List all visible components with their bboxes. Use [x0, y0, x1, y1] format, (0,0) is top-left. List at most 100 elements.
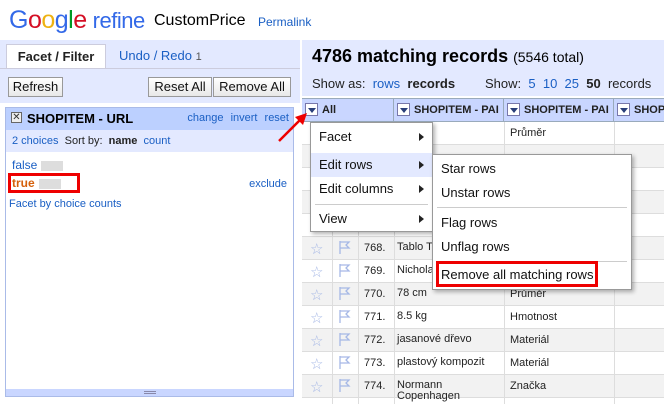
row-number: 772.	[364, 334, 386, 346]
facet-resize-handle[interactable]	[6, 389, 293, 396]
flag-icon[interactable]	[338, 286, 351, 301]
facet-by-counts-link[interactable]: Facet by choice counts	[9, 198, 122, 210]
cell-attribute[interactable]: Materiál	[510, 334, 549, 346]
column-header-row: All SHOPITEM - PAI SHOPITEM - PAI SHOP	[302, 98, 664, 122]
page-size-50[interactable]: 50	[586, 76, 600, 91]
facet-invert-link[interactable]: invert	[231, 112, 258, 124]
cell-value[interactable]: Normann Copenhagen	[397, 380, 497, 402]
row-number: 770.	[364, 288, 386, 300]
dropdown-arrow-icon[interactable]	[507, 102, 520, 116]
show-as-rows[interactable]: rows	[373, 76, 400, 91]
submenu-arrow-icon	[419, 215, 424, 223]
cell-value[interactable]: plastový kompozit	[397, 357, 497, 368]
row-number: 769.	[364, 265, 386, 277]
menu-item-star-rows[interactable]: Star rows	[433, 157, 631, 181]
tab-undo-redo[interactable]: Undo / Redo 1	[119, 48, 202, 63]
menu-item-flag-rows[interactable]: Flag rows	[433, 211, 631, 235]
star-icon[interactable]: ☆	[310, 309, 323, 327]
highlight-box	[8, 173, 80, 193]
page-size-25[interactable]: 25	[565, 76, 579, 91]
project-name[interactable]: CustomPrice	[154, 12, 246, 30]
facet-actions: change invert reset	[183, 112, 289, 124]
menu-item-edit-rows[interactable]: Edit rows	[311, 153, 432, 177]
facet-toolbar: Refresh Reset All Remove All	[0, 69, 300, 103]
menu-item-unflag-rows[interactable]: Unflag rows	[433, 235, 631, 259]
table-row: ☆ 773. plastový kompozit Materiál	[302, 352, 664, 375]
tab-facet-filter[interactable]: Facet / Filter	[6, 44, 106, 68]
menu-item-unstar-rows[interactable]: Unstar rows	[433, 181, 631, 205]
facet-sort-bar: 2 choices Sort by: name count	[6, 130, 293, 152]
row-number: 768.	[364, 242, 386, 254]
page-size: Show: 5 10 25 50 records	[485, 76, 652, 91]
sort-by-label: Sort by:	[64, 135, 103, 147]
star-icon[interactable]: ☆	[310, 355, 323, 373]
flag-icon[interactable]	[338, 263, 351, 278]
google-refine-logo[interactable]: Google refine	[9, 5, 145, 36]
column-shopitem-1[interactable]: SHOPITEM - PAI	[394, 99, 504, 121]
choice-false[interactable]: false	[12, 158, 64, 172]
facet-header: ✕ SHOPITEM - URL change invert reset	[6, 108, 293, 130]
dropdown-arrow-icon[interactable]	[397, 102, 410, 116]
facet-panel: Refresh Reset All Remove All ✕ SHOPITEM …	[0, 68, 300, 404]
star-icon[interactable]: ☆	[310, 286, 323, 304]
choice-count-blurred	[41, 160, 64, 171]
row-number: 773.	[364, 357, 386, 369]
cell-attribute[interactable]: Materiál	[510, 357, 549, 369]
menu-item-facet[interactable]: Facet	[311, 125, 432, 149]
left-tabs: Facet / Filter Undo / Redo 1	[0, 40, 300, 68]
table-row: ☆ 772. jasanové dřevo Materiál	[302, 329, 664, 352]
menu-item-view[interactable]: View	[311, 207, 432, 231]
sort-name[interactable]: name	[109, 135, 138, 147]
choices-count[interactable]: 2 choices	[12, 135, 58, 147]
show-as: Show as: rows records	[312, 76, 456, 91]
page-size-10[interactable]: 10	[543, 76, 557, 91]
submenu-arrow-icon	[419, 133, 424, 141]
remove-all-button[interactable]: Remove All	[213, 77, 291, 97]
star-icon[interactable]: ☆	[310, 378, 323, 396]
column-shopitem-2[interactable]: SHOPITEM - PAI	[504, 99, 614, 121]
exclude-link[interactable]: exclude	[249, 178, 287, 190]
close-icon[interactable]: ✕	[11, 112, 22, 123]
flag-icon[interactable]	[338, 309, 351, 324]
menu-separator	[315, 204, 428, 205]
cell-attribute[interactable]: Hmotnost	[510, 311, 557, 323]
records-summary: 4786 matching records (5546 total)	[312, 46, 584, 66]
star-icon[interactable]: ☆	[310, 263, 323, 281]
submenu-arrow-icon	[419, 185, 424, 193]
cell-value[interactable]: 8.5 kg	[397, 311, 497, 322]
cell-value[interactable]: jasanové dřevo	[397, 334, 497, 345]
left-panel: Facet / Filter Undo / Redo 1 Refresh Res…	[0, 40, 300, 404]
star-icon[interactable]: ☆	[310, 332, 323, 350]
column-shopitem-3[interactable]: SHOP	[614, 99, 664, 121]
annotation-arrow-icon	[278, 113, 307, 142]
undo-count: 1	[195, 51, 202, 63]
star-icon[interactable]: ☆	[310, 240, 323, 258]
url-facet: ✕ SHOPITEM - URL change invert reset 2 c…	[5, 107, 294, 397]
refresh-button[interactable]: Refresh	[8, 77, 63, 97]
reset-all-button[interactable]: Reset All	[148, 77, 212, 97]
page-size-5[interactable]: 5	[528, 76, 535, 91]
row-number: 771.	[364, 311, 386, 323]
view-options-bar: Show as: rows records Show: 5 10 25 50 r…	[302, 72, 664, 96]
flag-icon[interactable]	[338, 240, 351, 255]
menu-item-edit-columns[interactable]: Edit columns	[311, 177, 432, 201]
table-row: ☆ 771. 8.5 kg Hmotnost	[302, 306, 664, 329]
facet-title: SHOPITEM - URL	[27, 111, 134, 126]
grip-icon	[144, 391, 156, 394]
flag-icon[interactable]	[338, 332, 351, 347]
row-number: 774.	[364, 380, 386, 392]
app-header: Google refine CustomPrice Permalink	[0, 0, 664, 40]
flag-icon[interactable]	[338, 355, 351, 370]
flag-icon[interactable]	[338, 378, 351, 393]
dropdown-arrow-icon[interactable]	[617, 102, 630, 116]
table-row: ☆ 774. Normann Copenhagen Značka	[302, 375, 664, 402]
permalink-link[interactable]: Permalink	[258, 15, 311, 29]
cell-attribute[interactable]: Značka	[510, 380, 546, 392]
facet-change-link[interactable]: change	[187, 112, 223, 124]
column-all[interactable]: All	[302, 99, 394, 121]
show-as-records[interactable]: records	[407, 76, 455, 91]
highlight-box	[436, 261, 598, 287]
submenu-arrow-icon	[419, 161, 424, 169]
cell-attribute[interactable]: Průměr	[510, 127, 546, 139]
sort-count[interactable]: count	[144, 135, 171, 147]
